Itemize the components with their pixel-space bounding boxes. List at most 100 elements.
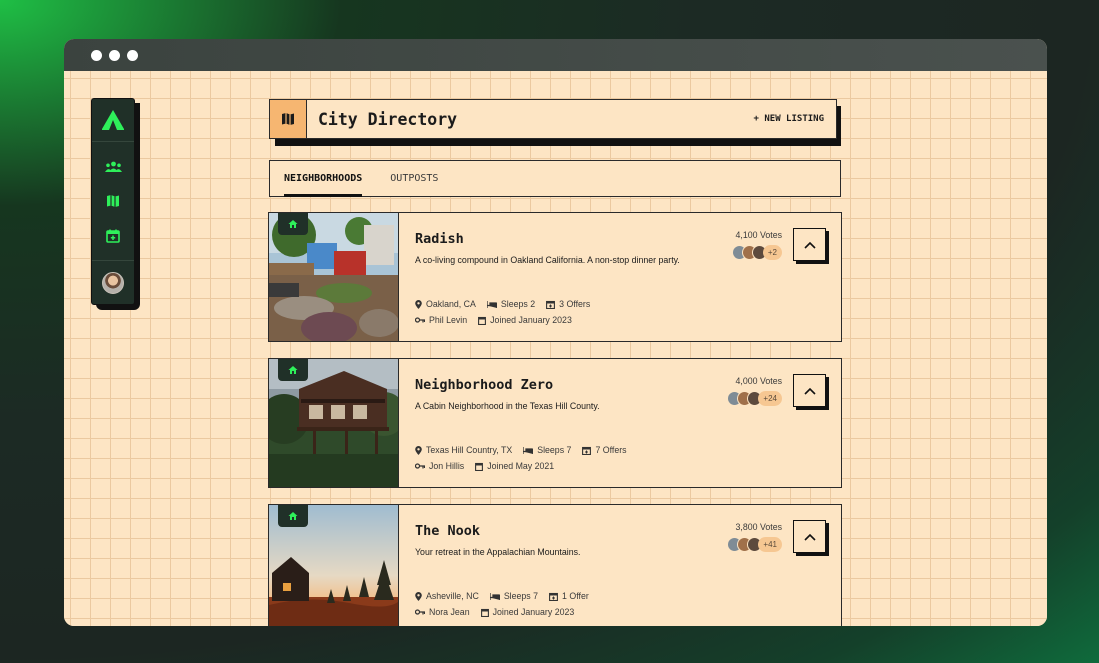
window-maximize-button[interactable] bbox=[127, 49, 138, 61]
home-icon bbox=[288, 512, 298, 520]
listing-type-badge bbox=[278, 505, 308, 527]
listing-type-badge bbox=[278, 213, 308, 235]
voter-avatars: +41 bbox=[727, 537, 782, 552]
sidebar bbox=[91, 98, 135, 305]
voter-extra-count: +24 bbox=[758, 391, 782, 406]
listing-card[interactable]: Neighborhood Zero A Cabin Neighborhood i… bbox=[268, 358, 842, 488]
offers-text: 1 Offer bbox=[562, 591, 589, 601]
directory-header: City Directory + NEW LISTING bbox=[269, 99, 837, 139]
sleeps-text: Sleeps 7 bbox=[537, 445, 572, 455]
vote-count: 3,800 Votes bbox=[735, 522, 782, 532]
sleeps-text: Sleeps 7 bbox=[503, 591, 539, 601]
listing-card[interactable]: The Nook Your retreat in the Appalachian… bbox=[268, 504, 842, 626]
listing-location: Texas Hill Country, TX bbox=[415, 445, 512, 455]
chevron-up-icon bbox=[803, 387, 816, 395]
users-icon bbox=[104, 161, 122, 172]
offers-text: 3 Offers bbox=[559, 299, 591, 309]
listing-offers: 7 Offers bbox=[582, 445, 627, 455]
listing-location: Asheville, NC bbox=[415, 591, 479, 601]
pin-icon bbox=[415, 299, 422, 309]
voter-extra-count: +41 bbox=[758, 537, 782, 552]
joined-text: Joined January 2023 bbox=[492, 607, 575, 617]
bed-icon bbox=[523, 446, 534, 454]
sidebar-profile bbox=[92, 260, 134, 304]
sidebar-item-calendar[interactable] bbox=[106, 229, 120, 248]
listing-meta-secondary: Jon Hillis Joined May 2021 bbox=[415, 461, 554, 471]
map-icon bbox=[107, 195, 119, 207]
listing-sleeps: Sleeps 7 bbox=[489, 591, 539, 601]
sidebar-item-community[interactable] bbox=[104, 160, 122, 178]
vote-count: 4,100 Votes bbox=[735, 230, 782, 240]
chevron-up-icon bbox=[803, 533, 816, 541]
sidebar-nav bbox=[104, 142, 122, 260]
voter-avatars: +2 bbox=[731, 245, 782, 260]
sidebar-item-map[interactable] bbox=[106, 194, 120, 213]
tab-bar: NEIGHBORHOODS OUTPOSTS bbox=[269, 160, 841, 197]
offers-text: 7 Offers bbox=[595, 445, 627, 455]
calendar-add-icon bbox=[582, 446, 592, 455]
listing-type-badge bbox=[278, 359, 308, 381]
upvote-button[interactable] bbox=[793, 228, 826, 261]
calendar-icon bbox=[480, 608, 489, 617]
chevron-up-icon bbox=[803, 241, 816, 249]
key-icon bbox=[415, 317, 425, 323]
bed-icon bbox=[486, 300, 497, 308]
sleeps-text: Sleeps 2 bbox=[500, 299, 536, 309]
new-listing-button[interactable]: + NEW LISTING bbox=[754, 114, 824, 124]
tab-outposts[interactable]: OUTPOSTS bbox=[390, 161, 438, 196]
listing-location: Oakland, CA bbox=[415, 299, 476, 309]
page-title: City Directory bbox=[318, 109, 458, 129]
vote-count: 4,000 Votes bbox=[735, 376, 782, 386]
voter-extra-count: +2 bbox=[762, 245, 782, 260]
location-text: Oakland, CA bbox=[426, 299, 476, 309]
calendar-add-icon bbox=[546, 300, 556, 309]
sidebar-logo[interactable] bbox=[92, 99, 134, 142]
tent-icon bbox=[102, 110, 124, 130]
pin-icon bbox=[415, 445, 422, 455]
listing-host: Phil Levin bbox=[415, 315, 467, 325]
user-avatar[interactable] bbox=[102, 271, 124, 294]
listing-meta-primary: Oakland, CA Sleeps 2 3 Offers bbox=[415, 299, 590, 309]
window-minimize-button[interactable] bbox=[109, 49, 120, 61]
listing-photo bbox=[269, 505, 399, 626]
window-titlebar bbox=[64, 39, 1047, 71]
tab-neighborhoods[interactable]: NEIGHBORHOODS bbox=[284, 161, 363, 197]
key-icon bbox=[415, 463, 425, 469]
host-text: Phil Levin bbox=[429, 315, 468, 325]
listing-host: Jon Hillis bbox=[415, 461, 464, 471]
host-text: Nora Jean bbox=[429, 607, 470, 617]
listing-host: Nora Jean bbox=[415, 607, 470, 617]
listing-sleeps: Sleeps 7 bbox=[523, 445, 571, 455]
window-close-button[interactable] bbox=[91, 49, 102, 61]
listing-photo bbox=[269, 213, 399, 341]
calendar-add-icon bbox=[106, 229, 120, 243]
calendar-icon bbox=[478, 316, 487, 325]
listing-photo bbox=[269, 359, 399, 487]
listing-offers: 3 Offers bbox=[546, 299, 590, 309]
listing-meta-secondary: Phil Levin Joined January 2023 bbox=[415, 315, 572, 325]
app-canvas: City Directory + NEW LISTING NEIGHBORHOO… bbox=[64, 71, 1047, 626]
location-text: Asheville, NC bbox=[426, 591, 479, 601]
upvote-button[interactable] bbox=[793, 520, 826, 553]
key-icon bbox=[415, 609, 425, 615]
listing-offers: 1 Offer bbox=[549, 591, 589, 601]
upvote-button[interactable] bbox=[793, 374, 826, 407]
listing-details: Neighborhood Zero A Cabin Neighborhood i… bbox=[399, 359, 841, 487]
joined-text: Joined May 2021 bbox=[487, 461, 555, 471]
listing-details: Radish A co-living compound in Oakland C… bbox=[399, 213, 841, 341]
host-text: Jon Hillis bbox=[429, 461, 465, 471]
calendar-icon bbox=[475, 462, 484, 471]
home-icon bbox=[288, 220, 298, 228]
calendar-add-icon bbox=[549, 592, 558, 601]
home-icon bbox=[288, 366, 298, 374]
listing-joined: Joined May 2021 bbox=[475, 461, 554, 471]
header-icon-box bbox=[270, 100, 307, 138]
pin-icon bbox=[415, 591, 422, 601]
listing-joined: Joined January 2023 bbox=[480, 607, 575, 617]
joined-text: Joined January 2023 bbox=[490, 315, 572, 325]
map-icon bbox=[282, 113, 294, 125]
listing-joined: Joined January 2023 bbox=[478, 315, 572, 325]
listing-meta-secondary: Nora Jean Joined January 2023 bbox=[415, 607, 574, 617]
listing-details: The Nook Your retreat in the Appalachian… bbox=[399, 505, 841, 626]
listing-card[interactable]: Radish A co-living compound in Oakland C… bbox=[268, 212, 842, 342]
